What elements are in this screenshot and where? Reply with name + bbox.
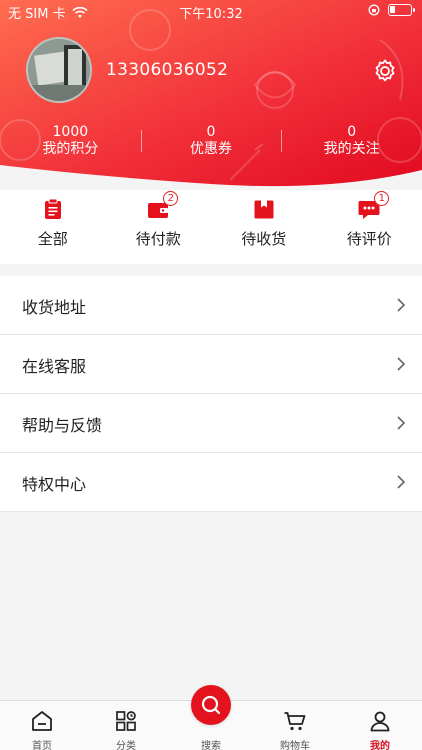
tab-cart[interactable]: 购物车 [253, 701, 337, 750]
tab-home[interactable]: 首页 [0, 701, 84, 750]
home-icon [32, 711, 52, 731]
status-bar: 无 SIM 卡 下午10:32 [0, 0, 422, 22]
order-all-label: 全部 [37, 230, 68, 248]
stat-coupons-value: 0 [206, 124, 216, 140]
search-button[interactable] [191, 685, 231, 725]
profile-header: 无 SIM 卡 下午10:32 13306036052 1000 我的积分 0 … [0, 0, 422, 190]
menu-item-help-feedback[interactable]: 帮助与反馈 [0, 394, 422, 453]
orientation-lock-icon [368, 4, 380, 16]
order-pending-review-label: 待评价 [346, 230, 392, 248]
menu-list: 收货地址 在线客服 帮助与反馈 特权中心 [0, 276, 422, 512]
order-pending-receipt[interactable]: 待收货 [211, 190, 317, 264]
tab-search-label: 搜索 [201, 741, 221, 750]
tab-cart-label: 购物车 [280, 741, 310, 750]
stat-coupons[interactable]: 0 优惠券 [140, 124, 282, 160]
chevron-right-icon [397, 357, 406, 371]
stat-points[interactable]: 1000 我的积分 [0, 124, 141, 160]
menu-item-customer-service[interactable]: 在线客服 [0, 335, 422, 394]
menu-item-customer-service-label: 在线客服 [22, 357, 87, 376]
menu-item-address-label: 收货地址 [22, 298, 87, 317]
tab-mine-label: 我的 [370, 741, 390, 750]
user-icon [370, 711, 390, 732]
menu-item-privilege-center[interactable]: 特权中心 [0, 453, 422, 512]
order-pending-payment[interactable]: 2 待付款 [106, 190, 212, 264]
chevron-right-icon [397, 475, 406, 489]
user-phone: 13306036052 [106, 60, 229, 80]
order-pending-receipt-label: 待收货 [241, 230, 287, 248]
tab-mine[interactable]: 我的 [338, 701, 422, 750]
order-pending-payment-label: 待付款 [135, 230, 181, 248]
order-all[interactable]: 全部 [0, 190, 106, 264]
order-pending-review[interactable]: 1 待评价 [317, 190, 422, 264]
avatar[interactable] [26, 37, 92, 103]
order-status-row: 全部 2 待付款 待收货 1 待评价 [0, 190, 422, 264]
stat-following[interactable]: 0 我的关注 [281, 124, 422, 160]
tab-home-label: 首页 [32, 741, 52, 750]
battery-level [390, 6, 395, 13]
battery-icon [388, 4, 415, 16]
stat-points-label: 我的积分 [42, 141, 99, 157]
stats-row: 1000 我的积分 0 优惠券 0 我的关注 [0, 124, 422, 160]
tab-category-label: 分类 [116, 741, 136, 750]
pending-payment-badge: 2 [163, 191, 179, 206]
stat-following-label: 我的关注 [323, 141, 380, 157]
pending-review-badge: 1 [374, 191, 390, 206]
stat-coupons-label: 优惠券 [190, 141, 232, 157]
settings-gear-icon[interactable] [372, 58, 398, 84]
category-icon [116, 711, 136, 731]
box-icon [254, 200, 274, 219]
clipboard-icon [44, 198, 61, 219]
status-time: 下午10:32 [179, 7, 243, 22]
stat-points-value: 1000 [52, 124, 89, 140]
chevron-right-icon [397, 298, 406, 312]
stat-following-value: 0 [347, 124, 357, 140]
menu-item-privilege-center-label: 特权中心 [22, 475, 87, 494]
tab-category[interactable]: 分类 [84, 701, 168, 750]
chevron-right-icon [397, 416, 406, 430]
menu-item-help-feedback-label: 帮助与反馈 [22, 416, 103, 435]
menu-item-address[interactable]: 收货地址 [0, 276, 422, 335]
cart-icon [284, 712, 306, 731]
search-icon [201, 695, 221, 715]
